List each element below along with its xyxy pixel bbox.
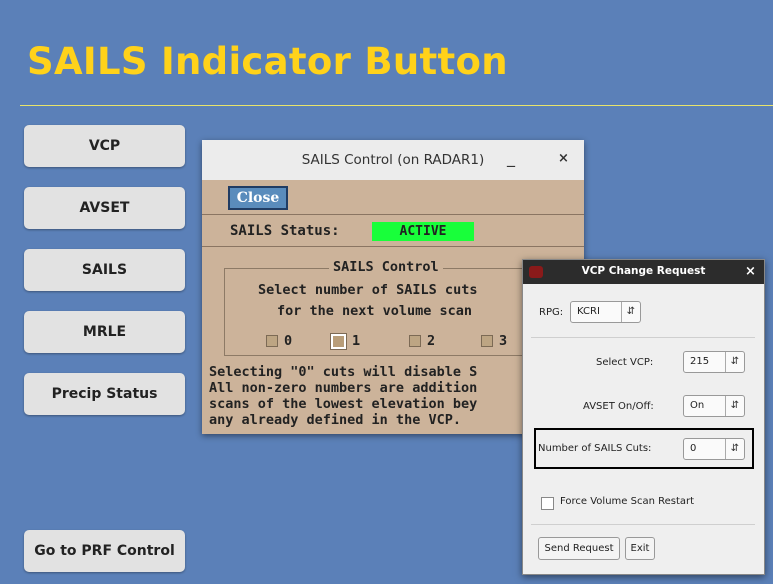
avset-button[interactable]: AVSET <box>24 187 185 229</box>
rpg-select[interactable]: KCRI ⇵ <box>570 301 641 323</box>
sails-control-title: SAILS Control (on RADAR1) <box>301 152 485 168</box>
cuts-option-label: 1 <box>352 333 361 349</box>
spinner-icon: ⇵ <box>725 439 744 459</box>
spinner-icon: ⇵ <box>621 302 640 322</box>
close-icon[interactable]: × <box>558 151 569 166</box>
cuts-option-3[interactable]: 3 <box>481 333 507 349</box>
vcp-button[interactable]: VCP <box>24 125 185 167</box>
vcp-titlebar[interactable]: VCP Change Request × <box>523 260 764 284</box>
rpg-select-value: KCRI <box>577 306 600 317</box>
divider <box>202 214 584 215</box>
cuts-option-label: 3 <box>499 333 508 349</box>
cuts-option-2[interactable]: 2 <box>409 333 435 349</box>
vcp-change-request-window: VCP Change Request × RPG: KCRI ⇵ Select … <box>522 259 765 575</box>
app-icon <box>529 266 543 278</box>
minimize-icon[interactable]: _ <box>507 148 515 167</box>
note-line1: Selecting "0" cuts will disable S <box>209 364 478 380</box>
force-restart-checkbox[interactable] <box>541 497 554 510</box>
precip-status-button[interactable]: Precip Status <box>24 373 185 415</box>
avset-label: AVSET On/Off: <box>583 401 654 412</box>
prf-control-button[interactable]: Go to PRF Control <box>24 530 185 572</box>
sails-button[interactable]: SAILS <box>24 249 185 291</box>
sails-control-group-title: SAILS Control <box>329 259 443 275</box>
cuts-prompt-line2: for the next volume scan <box>277 303 473 319</box>
radio-button-icon <box>266 335 278 347</box>
close-button[interactable]: Close <box>228 186 288 210</box>
note-line4: any already defined in the VCP. <box>209 412 461 428</box>
radio-button-selected-icon <box>331 333 346 349</box>
select-vcp-spinner[interactable]: 215 ⇵ <box>683 351 745 373</box>
radio-button-icon <box>409 335 421 347</box>
avset-value: On <box>690 400 705 411</box>
cuts-prompt-line1: Select number of SAILS cuts <box>258 282 478 298</box>
radio-button-icon <box>481 335 493 347</box>
divider <box>531 524 755 525</box>
sails-status-badge: ACTIVE <box>372 222 474 241</box>
note-line3: scans of the lowest elevation bey <box>209 396 478 412</box>
send-request-button[interactable]: Send Request <box>538 537 620 560</box>
close-icon[interactable]: × <box>745 264 756 279</box>
mrle-button[interactable]: MRLE <box>24 311 185 353</box>
force-restart-label: Force Volume Scan Restart <box>560 496 695 507</box>
rpg-label: RPG: <box>539 307 564 318</box>
avset-spinner[interactable]: On ⇵ <box>683 395 745 417</box>
slide-title: SAILS Indicator Button <box>27 40 508 83</box>
select-vcp-value: 215 <box>690 356 710 367</box>
sails-status-label: SAILS Status: <box>230 223 340 239</box>
note-line2: All non-zero numbers are addition <box>209 380 478 396</box>
spinner-icon: ⇵ <box>725 352 744 372</box>
cuts-option-label: 0 <box>284 333 293 349</box>
title-divider <box>20 105 773 106</box>
divider <box>202 246 584 247</box>
sails-cuts-label: Number of SAILS Cuts: <box>538 443 652 454</box>
select-vcp-label: Select VCP: <box>596 357 654 368</box>
cuts-option-1[interactable]: 1 <box>331 333 360 349</box>
exit-button[interactable]: Exit <box>625 537 655 560</box>
spinner-icon: ⇵ <box>725 396 744 416</box>
cuts-option-label: 2 <box>427 333 436 349</box>
sails-control-titlebar[interactable]: SAILS Control (on RADAR1) _ × <box>202 140 584 180</box>
vcp-window-title: VCP Change Request <box>581 265 706 277</box>
sails-cuts-value: 0 <box>690 443 697 454</box>
divider <box>531 337 755 338</box>
cuts-option-0[interactable]: 0 <box>266 333 292 349</box>
sails-cuts-spinner[interactable]: 0 ⇵ <box>683 438 745 460</box>
